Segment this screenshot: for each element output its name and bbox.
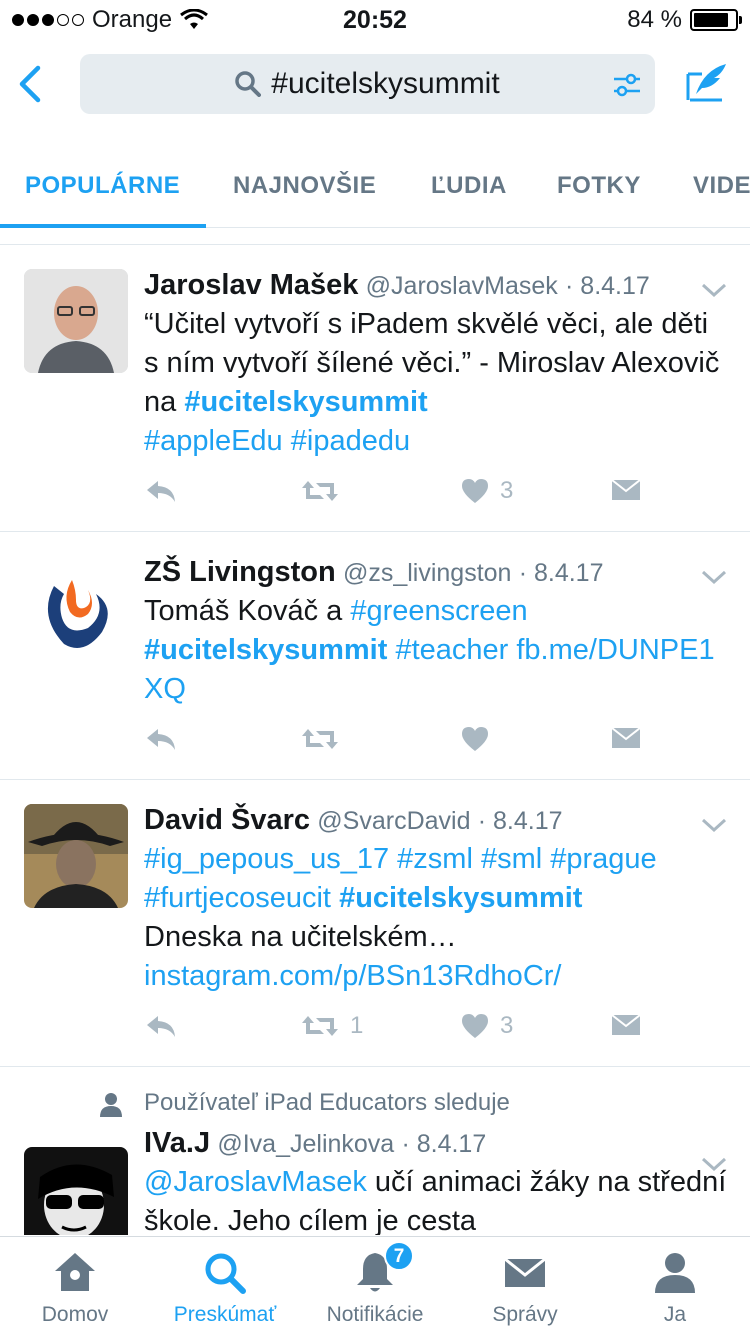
retweet-button[interactable]	[300, 725, 340, 753]
search-header: #ucitelskysummit	[0, 40, 750, 140]
hashtag-link[interactable]: #greenscreen	[350, 595, 527, 627]
reply-icon	[147, 729, 175, 750]
heart-icon	[462, 727, 488, 751]
reply-button[interactable]	[144, 725, 178, 753]
mention-link[interactable]: @JaroslavMasek	[144, 1166, 367, 1198]
tweet-feed[interactable]: Jaroslav Mašek @JaroslavMasek · 8.4.17 “…	[0, 245, 750, 1235]
tab-notifications[interactable]: 7 Notifikácie	[300, 1237, 450, 1334]
avatar[interactable]	[24, 556, 128, 660]
tweet-date: · 8.4.17	[477, 807, 563, 835]
hashtag-link[interactable]: #ucitelskysummit	[184, 386, 427, 418]
bottom-tab-bar: Domov Preskúmať 7 Notifikácie Správy Ja	[0, 1236, 750, 1334]
heart-icon	[462, 1014, 488, 1038]
chevron-down-icon[interactable]	[700, 816, 728, 834]
heart-icon	[462, 479, 488, 503]
retweet-button[interactable]: 1	[300, 1012, 363, 1040]
tab-me[interactable]: Ja	[600, 1237, 750, 1334]
notification-badge: 7	[384, 1241, 414, 1271]
hashtag-link[interactable]: #ucitelskysummit	[144, 634, 387, 666]
direct-message-button[interactable]	[610, 477, 642, 503]
chevron-down-icon[interactable]	[700, 281, 728, 299]
like-button[interactable]	[460, 725, 490, 753]
author-handle[interactable]: @zs_livingston	[343, 559, 512, 587]
direct-message-button[interactable]	[610, 1012, 642, 1038]
tweet-text: #ig_pepous_us_17 #zsml #sml #prague #fur…	[144, 843, 657, 992]
author-name[interactable]: David Švarc	[144, 804, 310, 836]
tweet-date: · 8.4.17	[401, 1130, 487, 1158]
tweet[interactable]: Používateľ iPad Educators sleduje IVa.J …	[0, 1083, 750, 1235]
reply-button[interactable]	[144, 1012, 178, 1040]
author-handle[interactable]: @JaroslavMasek	[366, 272, 558, 300]
tab-photos[interactable]: FOTKY	[557, 172, 641, 200]
tweet-date: · 8.4.17	[518, 559, 604, 587]
hashtag-link[interactable]: #teacher	[395, 634, 508, 666]
tab-videos[interactable]: VIDE	[693, 172, 750, 200]
retweet-button[interactable]	[300, 477, 350, 505]
chevron-down-icon[interactable]	[700, 1155, 728, 1173]
tweet[interactable]: David Švarc @SvarcDavid · 8.4.17 #ig_pep…	[0, 780, 750, 1067]
chevron-down-icon[interactable]	[700, 568, 728, 586]
tweet-date: · 8.4.17	[565, 272, 650, 300]
envelope-icon	[611, 479, 641, 500]
retweet-count: 1	[350, 1012, 364, 1039]
search-tabs: POPULÁRNE NAJNOVŠIE ĽUDIA FOTKY VIDE	[0, 140, 750, 228]
tweet[interactable]: ZŠ Livingston @zs_livingston · 8.4.17 To…	[0, 532, 750, 780]
tab-popular[interactable]: POPULÁRNE	[25, 172, 180, 200]
compose-tweet-button[interactable]	[682, 60, 730, 108]
avatar[interactable]	[24, 269, 128, 373]
search-input[interactable]: #ucitelskysummit	[80, 54, 655, 114]
tweet-link[interactable]: instagram.com/p/BSn13RdhoCr/	[144, 960, 561, 992]
envelope-icon	[611, 727, 641, 748]
author-name[interactable]: Jaroslav Mašek	[144, 269, 358, 301]
tweet-text: “Učitel vytvoří s iPadem skvělé věci, al…	[144, 308, 720, 457]
like-button[interactable]: 3	[460, 477, 513, 505]
tab-people[interactable]: ĽUDIA	[431, 172, 507, 200]
home-icon	[55, 1253, 95, 1291]
avatar[interactable]	[24, 804, 128, 908]
avatar[interactable]	[24, 1147, 128, 1235]
status-bar: Orange 20:52 84 %	[0, 0, 750, 40]
envelope-icon	[611, 1014, 641, 1035]
reply-icon	[147, 1016, 175, 1037]
hashtag-link[interactable]: #ucitelskysummit	[339, 882, 582, 914]
tab-home[interactable]: Domov	[0, 1237, 150, 1334]
like-button[interactable]: 3	[460, 1012, 513, 1040]
direct-message-button[interactable]	[610, 725, 642, 751]
retweet-icon	[302, 481, 338, 501]
tweet-text: @JaroslavMasek učí animaci žáky na střed…	[144, 1166, 727, 1235]
tab-messages[interactable]: Správy	[450, 1237, 600, 1334]
person-icon	[100, 1093, 122, 1117]
active-tab-indicator	[0, 224, 206, 228]
search-icon	[235, 71, 262, 97]
retweet-icon	[302, 1016, 338, 1036]
like-count: 3	[500, 477, 514, 504]
back-button[interactable]	[10, 62, 50, 106]
search-icon	[205, 1253, 246, 1294]
retweet-icon	[302, 729, 338, 749]
tweet[interactable]: Jaroslav Mašek @JaroslavMasek · 8.4.17 “…	[0, 245, 750, 532]
author-name[interactable]: ZŠ Livingston	[144, 556, 336, 588]
tab-explore[interactable]: Preskúmať	[150, 1237, 300, 1334]
social-context: Používateľ iPad Educators sleduje	[100, 1083, 750, 1123]
reply-button[interactable]	[144, 477, 178, 505]
tab-latest[interactable]: NAJNOVŠIE	[233, 172, 376, 200]
tweet-text: Tomáš Kováč a #greenscreen #ucitelskysumm…	[144, 595, 715, 705]
search-query: #ucitelskysummit	[271, 67, 500, 100]
envelope-icon	[504, 1257, 546, 1287]
author-handle[interactable]: @SvarcDavid	[317, 807, 470, 835]
filter-icon[interactable]	[611, 69, 643, 101]
battery-icon	[690, 9, 742, 31]
author-handle[interactable]: @Iva_Jelinkova	[217, 1130, 394, 1158]
author-name[interactable]: IVa.J	[144, 1127, 210, 1159]
person-icon	[655, 1253, 695, 1293]
reply-icon	[147, 481, 175, 502]
hashtag-link[interactable]: #appleEdu #ipadedu	[144, 425, 410, 457]
battery-percent: 84 %	[627, 6, 682, 33]
like-count: 3	[500, 1012, 514, 1039]
